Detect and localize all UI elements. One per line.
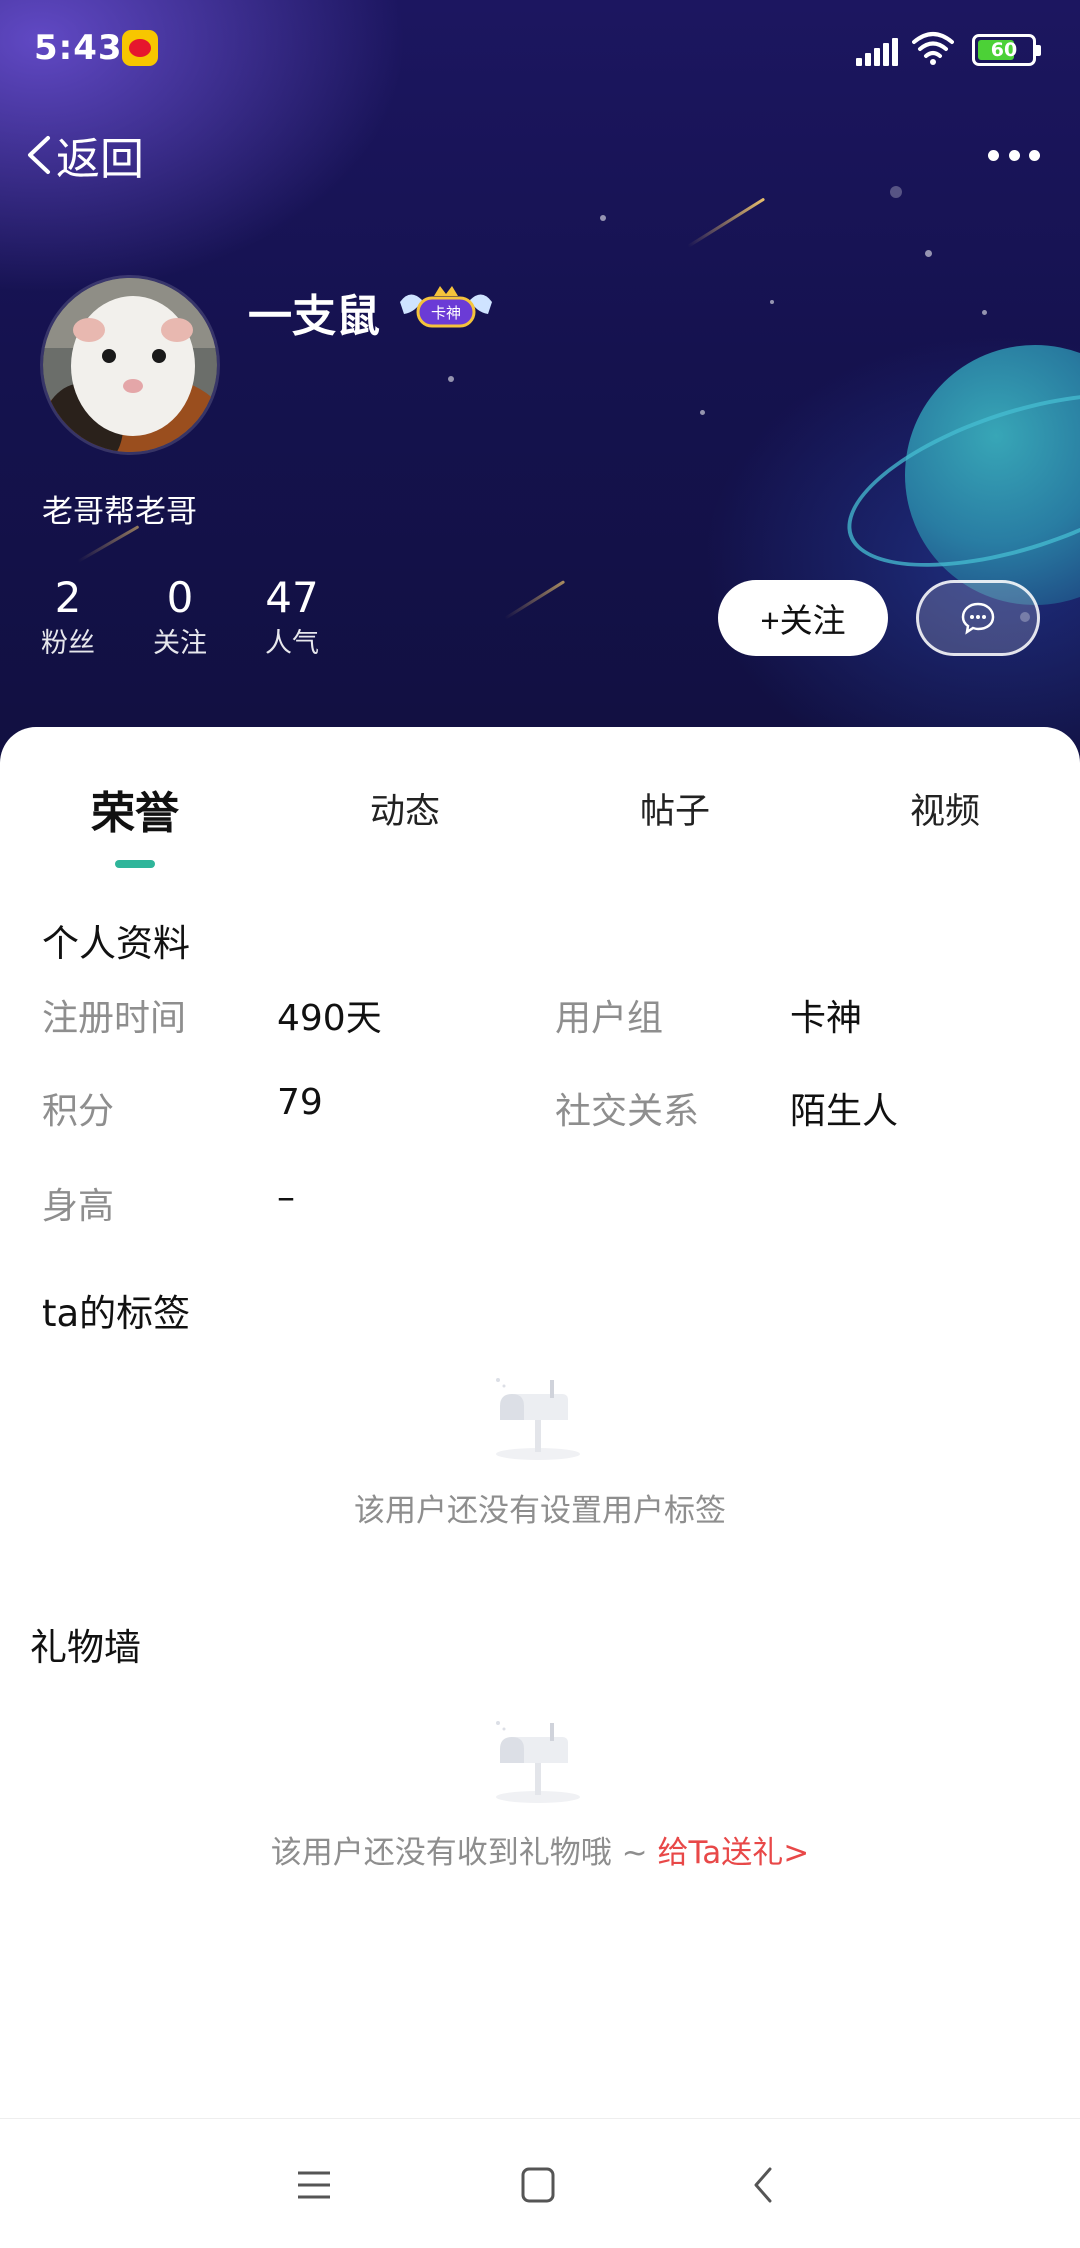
- chevron-left-icon: [28, 136, 50, 174]
- field-value-height: –: [277, 1177, 295, 1218]
- wifi-icon: [912, 32, 954, 65]
- stat-following[interactable]: 0 关注: [152, 572, 208, 664]
- username: 一支鼠: [248, 291, 380, 342]
- star: [982, 310, 987, 315]
- star: [600, 215, 606, 221]
- field-value-social-relation: 陌生人: [790, 1091, 899, 1132]
- field-label-points: 积分: [42, 1091, 115, 1132]
- badge-text: 卡神: [431, 304, 461, 322]
- stat-popularity-value: 47: [265, 573, 319, 622]
- chat-bubble-icon: [961, 602, 995, 635]
- back-label: 返回: [56, 134, 144, 185]
- signal-icon: [856, 36, 898, 66]
- stat-following-label: 关注: [153, 628, 207, 659]
- field-value-register-time: 490天: [277, 998, 382, 1039]
- rank-badge-icon: 卡神: [400, 286, 492, 328]
- stat-following-value: 0: [166, 573, 194, 622]
- follow-button[interactable]: +关注: [718, 580, 888, 656]
- stat-popularity-label: 人气: [265, 628, 319, 659]
- star: [890, 186, 902, 198]
- message-button[interactable]: [916, 580, 1040, 656]
- status-time: 5:43: [34, 28, 123, 68]
- tab-videos[interactable]: 视频: [845, 783, 1045, 834]
- stat-fans-label: 粉丝: [41, 628, 95, 659]
- back-chevron-icon[interactable]: [736, 2157, 792, 2213]
- menu-icon[interactable]: [286, 2157, 342, 2213]
- profile-content-card: 荣誉 动态 帖子 视频 个人资料 注册时间 490天 用户组 卡神 积分 79 …: [0, 727, 1080, 2117]
- empty-mailbox-icon: [496, 1378, 580, 1460]
- gift-wall-title: 礼物墙: [30, 1626, 141, 1669]
- field-value-user-group: 卡神: [790, 998, 863, 1039]
- stat-fans-value: 2: [54, 573, 82, 622]
- star: [925, 250, 932, 257]
- weibo-notification-icon: [122, 30, 158, 66]
- gift-wall-empty-text: 该用户还没有收到礼物哦 ~: [270, 1835, 658, 1871]
- status-bar: 5:43 60: [0, 0, 1080, 100]
- star: [770, 300, 774, 304]
- stat-fans[interactable]: 2 粉丝: [40, 572, 96, 664]
- field-label-register-time: 注册时间: [42, 998, 187, 1039]
- user-signature: 老哥帮老哥: [42, 494, 197, 530]
- avatar[interactable]: [40, 275, 220, 455]
- guinea-pig-avatar-image: [43, 278, 217, 452]
- personal-info-title: 个人资料: [42, 922, 190, 965]
- back-button[interactable]: 返回: [24, 120, 144, 190]
- battery-percent: 60: [990, 39, 1018, 61]
- send-gift-link[interactable]: 给Ta送礼>: [657, 1835, 809, 1871]
- active-tab-indicator: [115, 860, 155, 868]
- field-value-points: 79: [277, 1082, 323, 1123]
- meteor: [687, 197, 766, 248]
- tab-honor[interactable]: 荣誉: [35, 777, 235, 841]
- star: [700, 410, 705, 415]
- more-dots-icon[interactable]: [988, 135, 1040, 175]
- battery-icon: 60: [972, 34, 1041, 66]
- home-square-icon[interactable]: [510, 2157, 566, 2213]
- empty-mailbox-icon: [496, 1721, 580, 1803]
- field-label-user-group: 用户组: [555, 998, 664, 1039]
- tags-section-title: ta的标签: [42, 1292, 191, 1335]
- field-label-social-relation: 社交关系: [555, 1091, 700, 1132]
- star: [448, 376, 454, 382]
- gift-wall-empty-row: 该用户还没有收到礼物哦 ~ 给Ta送礼>: [0, 1827, 1080, 1872]
- tab-bar: 荣誉 动态 帖子 视频: [0, 783, 1080, 873]
- tags-empty-text: 该用户还没有设置用户标签: [354, 1493, 726, 1529]
- tab-activity[interactable]: 动态: [305, 783, 505, 834]
- stat-popularity[interactable]: 47 人气: [264, 572, 320, 664]
- field-label-height: 身高: [42, 1186, 115, 1227]
- tab-posts[interactable]: 帖子: [575, 783, 775, 834]
- meteor: [504, 580, 566, 620]
- system-navigation-bar: [0, 2118, 1080, 2248]
